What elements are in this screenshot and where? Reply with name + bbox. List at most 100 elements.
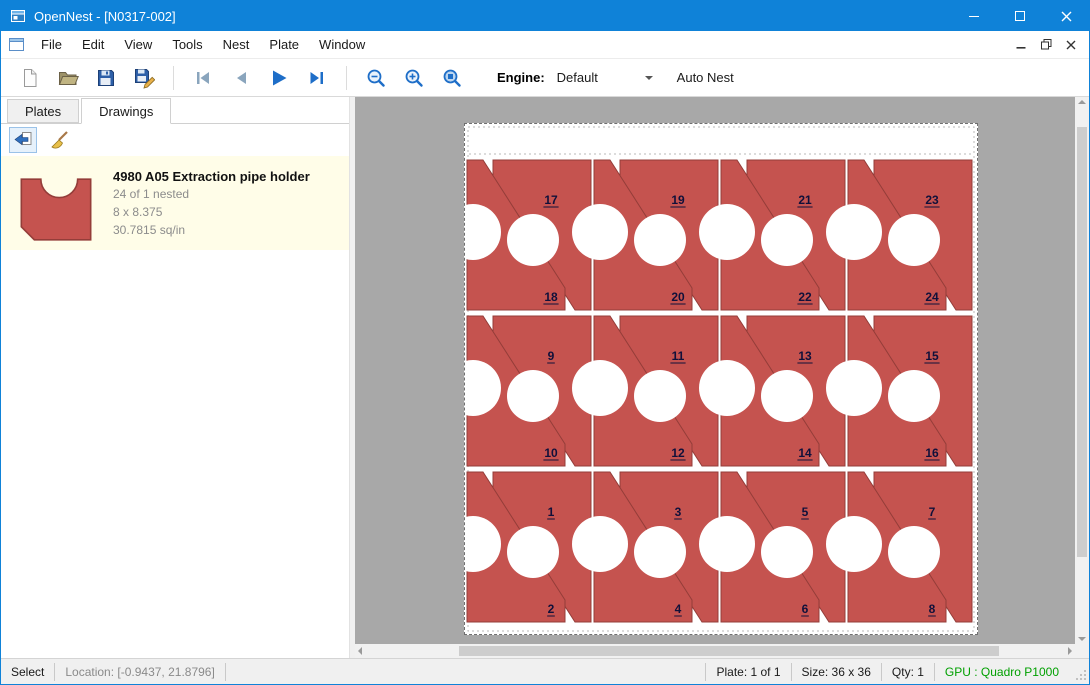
part-pair-7-8[interactable]: 78 bbox=[826, 472, 972, 622]
drawing-list-item[interactable]: 4980 A05 Extraction pipe holder 24 of 1 … bbox=[1, 156, 349, 250]
mdi-document-icon bbox=[9, 38, 24, 51]
main-area: PlatesDrawings 4980 A05 Extraction pipe … bbox=[1, 97, 1089, 658]
toolbar-separator bbox=[173, 66, 174, 90]
save-button[interactable] bbox=[87, 62, 125, 94]
part-pair-1-2[interactable]: 12 bbox=[465, 472, 591, 622]
nest-canvas[interactable]: 171819202122232491011121314151612345678 bbox=[355, 97, 1089, 658]
part-pair-21-22[interactable]: 21 22 bbox=[699, 160, 845, 310]
part-pair-13-14[interactable]: 1314 bbox=[699, 316, 845, 466]
next-plate-button[interactable] bbox=[260, 62, 298, 94]
menu-item-edit[interactable]: Edit bbox=[72, 32, 114, 57]
next-icon bbox=[268, 67, 290, 89]
zoom-fit-icon bbox=[441, 67, 463, 89]
horizontal-scroll-thumb[interactable] bbox=[459, 646, 999, 656]
auto-nest-button[interactable]: Auto Nest bbox=[677, 70, 734, 85]
new-file-button[interactable] bbox=[11, 62, 49, 94]
status-gpu: GPU : Quadro P1000 bbox=[935, 659, 1069, 684]
menu-item-plate[interactable]: Plate bbox=[259, 32, 309, 57]
mdi-close-icon bbox=[1066, 40, 1076, 50]
chevron-down-icon bbox=[645, 76, 653, 84]
part-number: 4 bbox=[675, 602, 682, 616]
part-number: 24 bbox=[925, 290, 939, 304]
first-plate-button[interactable] bbox=[184, 62, 222, 94]
close-button[interactable] bbox=[1043, 1, 1089, 31]
tab-plates[interactable]: Plates bbox=[7, 99, 79, 123]
part-number: 1 bbox=[548, 505, 555, 519]
part-number: 9 bbox=[548, 349, 555, 363]
menu-item-nest[interactable]: Nest bbox=[213, 32, 260, 57]
mdi-minimize-button[interactable] bbox=[1013, 37, 1029, 53]
part-number: 10 bbox=[544, 446, 558, 460]
plate[interactable]: 171819202122232491011121314151612345678 bbox=[464, 123, 978, 635]
part-number: 17 bbox=[544, 193, 558, 207]
part-number: 8 bbox=[929, 602, 936, 616]
part-number: 21 bbox=[798, 193, 812, 207]
part-number: 2 bbox=[548, 602, 555, 616]
mdi-close-button[interactable] bbox=[1063, 37, 1079, 53]
minimize-button[interactable] bbox=[951, 1, 997, 31]
scroll-left-arrow[interactable] bbox=[358, 647, 362, 655]
part-number: 22 bbox=[798, 290, 812, 304]
zoom-out-button[interactable] bbox=[357, 62, 395, 94]
menu-item-file[interactable]: File bbox=[31, 32, 72, 57]
vertical-scrollbar[interactable] bbox=[1075, 97, 1089, 644]
scroll-right-arrow[interactable] bbox=[1068, 647, 1072, 655]
drawing-info: 4980 A05 Extraction pipe holder 24 of 1 … bbox=[103, 163, 310, 243]
zoom-in-button[interactable] bbox=[395, 62, 433, 94]
zoom-in-icon bbox=[403, 67, 425, 89]
part-pair-11-12[interactable]: 1112 bbox=[572, 316, 718, 466]
part-number: 5 bbox=[802, 505, 809, 519]
titlebar: OpenNest - [N0317-002] bbox=[1, 1, 1089, 31]
previous-plate-button[interactable] bbox=[222, 62, 260, 94]
mdi-restore-button[interactable] bbox=[1038, 37, 1054, 53]
menu-item-window[interactable]: Window bbox=[309, 32, 375, 57]
scroll-down-arrow[interactable] bbox=[1078, 637, 1086, 641]
open-file-button[interactable] bbox=[49, 62, 87, 94]
part-pair-5-6[interactable]: 56 bbox=[699, 472, 845, 622]
status-mode: Select bbox=[1, 659, 54, 684]
scroll-corner bbox=[1075, 644, 1089, 658]
minimize-icon bbox=[969, 16, 979, 17]
broom-icon bbox=[48, 129, 70, 151]
menu-item-view[interactable]: View bbox=[114, 32, 162, 57]
status-location: Location: [-0.9437, 21.8796] bbox=[55, 659, 224, 684]
menu-item-tools[interactable]: Tools bbox=[162, 32, 212, 57]
left-panel: PlatesDrawings 4980 A05 Extraction pipe … bbox=[1, 97, 349, 658]
assign-arrow-icon bbox=[12, 129, 34, 151]
status-qty: Qty: 1 bbox=[882, 659, 934, 684]
part-pair-23-24[interactable]: 2324 bbox=[826, 160, 972, 310]
resize-grip-icon[interactable] bbox=[1075, 669, 1087, 684]
last-plate-button[interactable] bbox=[298, 62, 336, 94]
part-number: 20 bbox=[671, 290, 685, 304]
menubar: FileEditViewToolsNestPlateWindow bbox=[1, 31, 1089, 59]
save-edit-icon bbox=[133, 67, 155, 89]
maximize-button[interactable] bbox=[997, 1, 1043, 31]
status-plate: Plate: 1 of 1 bbox=[706, 659, 790, 684]
engine-select[interactable]: Default bbox=[553, 66, 657, 90]
part-pair-19-20[interactable]: 1920 bbox=[572, 160, 718, 310]
part-number: 18 bbox=[544, 290, 558, 304]
part-pair-3-4[interactable]: 34 bbox=[572, 472, 718, 622]
engine-label: Engine: bbox=[497, 70, 545, 85]
part-number: 11 bbox=[672, 349, 685, 363]
part-pair-17-18[interactable]: 1718 bbox=[465, 160, 591, 310]
menu-items: FileEditViewToolsNestPlateWindow bbox=[31, 32, 375, 57]
vertical-scroll-thumb[interactable] bbox=[1077, 127, 1087, 557]
assign-drawing-button[interactable] bbox=[9, 127, 37, 153]
part-pair-9-10[interactable]: 9 10 bbox=[465, 316, 591, 466]
horizontal-scrollbar[interactable] bbox=[355, 644, 1075, 658]
drawing-list: 4980 A05 Extraction pipe holder 24 of 1 … bbox=[1, 156, 349, 658]
clear-drawings-button[interactable] bbox=[45, 127, 73, 153]
panel-tabs: PlatesDrawings bbox=[1, 97, 349, 124]
scroll-up-arrow[interactable] bbox=[1078, 100, 1086, 104]
status-separator bbox=[225, 663, 226, 681]
save-edit-button[interactable] bbox=[125, 62, 163, 94]
part-pair-15-16[interactable]: 1516 bbox=[826, 316, 972, 466]
part-thumbnail bbox=[9, 163, 103, 243]
previous-icon bbox=[230, 67, 252, 89]
zoom-fit-button[interactable] bbox=[433, 62, 471, 94]
open-folder-icon bbox=[57, 67, 79, 89]
tab-drawings[interactable]: Drawings bbox=[81, 98, 171, 124]
drawing-nested-count: 24 of 1 nested bbox=[113, 187, 310, 202]
save-icon bbox=[96, 68, 116, 88]
